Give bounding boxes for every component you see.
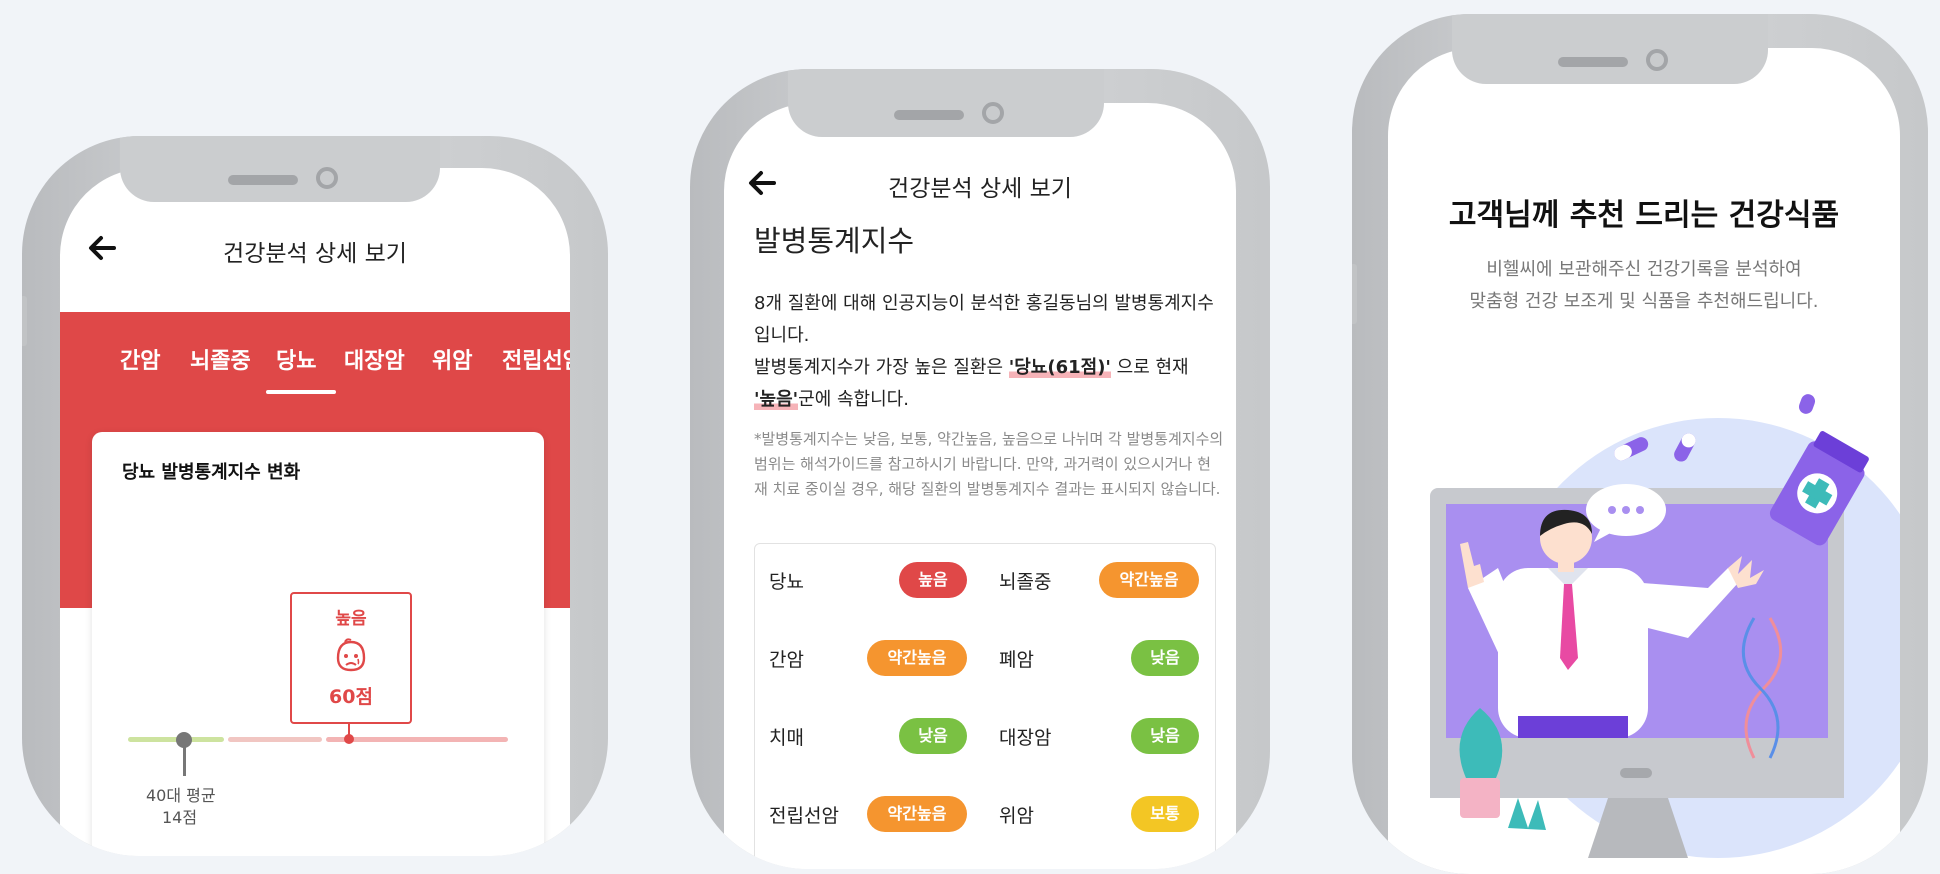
volume-button	[22, 296, 27, 346]
scale-normal-segment	[228, 737, 322, 742]
active-tab-indicator	[266, 390, 336, 394]
speaker	[228, 175, 298, 185]
disease-name: 폐암	[999, 649, 1034, 671]
level-badge-slightly-high: 약간높음	[867, 640, 967, 676]
average-score: 14점	[162, 808, 198, 827]
disease-name: 치매	[769, 727, 804, 749]
phone-frame-recommendation: 고객님께 추천 드리는 건강식품 비헬씨에 보관해주신 건강기록을 분석하여 맞…	[1352, 14, 1928, 874]
phone-screen: 건강분석 상세 보기 간암 뇌졸중 당뇨 대장암 위암 전립선암 당뇨 발병통계…	[60, 168, 570, 856]
card-title: 당뇨 발병통계지수 변화	[122, 462, 301, 483]
disease-name: 간암	[769, 649, 804, 671]
speaker	[1558, 57, 1628, 67]
camera	[316, 167, 338, 189]
phone-screen: 건강분석 상세 보기 발병통계지수 8개 질환에 대해 인공지능이 분석한 홍길…	[724, 103, 1236, 869]
highlight-disease: '당뇨(61점)'	[1008, 357, 1111, 378]
level-badge-normal: 보통	[1131, 796, 1199, 832]
index-description: 8개 질환에 대해 인공지능이 분석한 홍길동님의 발병통계지수 입니다. 발병…	[754, 288, 1216, 416]
recommendation-title: 고객님께 추천 드리는 건강식품	[1448, 198, 1840, 233]
desc-line-2-suffix: 군에 속합니다.	[798, 389, 909, 410]
sad-face-icon	[336, 638, 366, 672]
phone-notch	[120, 136, 440, 202]
doctor-monitor-illustration	[1430, 394, 1900, 858]
trend-card: 당뇨 발병통계지수 변화 높음 60점 40대 평균 14점	[92, 432, 544, 856]
subtitle-line-2: 맞춤형 건강 보조게 및 식품을 추천해드립니다.	[1469, 291, 1819, 312]
level-badge-low: 낮음	[899, 718, 967, 754]
phone-screen: 고객님께 추천 드리는 건강식품 비헬씨에 보관해주신 건강기록을 분석하여 맞…	[1388, 48, 1900, 874]
app-header: 건강분석 상세 보기	[60, 224, 570, 274]
tab-diabetes[interactable]: 당뇨	[276, 343, 316, 375]
phone-notch	[1452, 14, 1768, 84]
index-note: *발병통계지수는 낮음, 보통, 약간높음, 높음으로 나뉘며 각 발병통계지수…	[754, 430, 1224, 498]
marker-score: 60점	[329, 686, 373, 708]
disease-name: 당뇨	[769, 571, 804, 593]
desc-line-2-middle: 으로 현재	[1110, 357, 1189, 378]
section-title: 발병통계지수	[754, 224, 915, 258]
disease-name: 위암	[999, 805, 1034, 827]
tab-colon-cancer[interactable]: 대장암	[344, 343, 405, 375]
level-badge-low: 낮음	[1131, 640, 1199, 676]
phone-frame-diabetes-chart: 건강분석 상세 보기 간암 뇌졸중 당뇨 대장암 위암 전립선암 당뇨 발병통계…	[22, 136, 608, 856]
level-badge-high: 높음	[899, 562, 967, 598]
speaker	[894, 110, 964, 120]
tab-prostate-cancer[interactable]: 전립선암	[502, 343, 570, 375]
page-title: 건강분석 상세 보기	[888, 176, 1072, 202]
camera	[982, 102, 1004, 124]
volume-button	[1352, 264, 1357, 324]
average-label: 40대 평균	[146, 786, 216, 805]
disease-level-grid: 당뇨 높음 뇌졸중 약간높음 간암 약간높음 폐암 낮음 치매 낮음 대장암 낮…	[754, 543, 1216, 869]
level-badge-low: 낮음	[1131, 718, 1199, 754]
app-header: 건강분석 상세 보기	[724, 161, 1236, 211]
recommendation-subtitle: 비헬씨에 보관해주신 건강기록을 분석하여 맞춤형 건강 보조게 및 식품을 추…	[1388, 254, 1900, 318]
disease-name: 대장암	[999, 727, 1052, 749]
disease-name: 뇌졸중	[999, 571, 1052, 593]
camera	[1646, 49, 1668, 71]
subtitle-line-1: 비헬씨에 보관해주신 건강기록을 분석하여	[1486, 259, 1802, 280]
phone-notch	[788, 69, 1104, 137]
phone-frame-disease-index: 건강분석 상세 보기 발병통계지수 8개 질환에 대해 인공지능이 분석한 홍길…	[690, 69, 1270, 869]
page-title: 건강분석 상세 보기	[223, 241, 407, 267]
level-badge-slightly-high: 약간높음	[1099, 562, 1199, 598]
tab-stomach-cancer[interactable]: 위암	[432, 343, 472, 375]
marker-level: 높음	[335, 609, 367, 629]
desc-line-2-prefix: 발병통계지수가 가장 높은 질환은	[754, 357, 1009, 378]
desc-line-1: 8개 질환에 대해 인공지능이 분석한 홍길동님의 발병통계지수 입니다.	[754, 293, 1214, 346]
disease-name: 전립선암	[769, 805, 839, 827]
highlight-level: '높음'	[754, 389, 799, 410]
level-badge-slightly-high: 약간높음	[867, 796, 967, 832]
tab-stroke[interactable]: 뇌졸중	[190, 343, 251, 375]
tab-liver-cancer[interactable]: 간암	[120, 343, 160, 375]
score-marker-box: 높음 60점	[290, 592, 412, 724]
average-score-pin	[183, 746, 186, 776]
user-score-dot	[344, 734, 354, 744]
